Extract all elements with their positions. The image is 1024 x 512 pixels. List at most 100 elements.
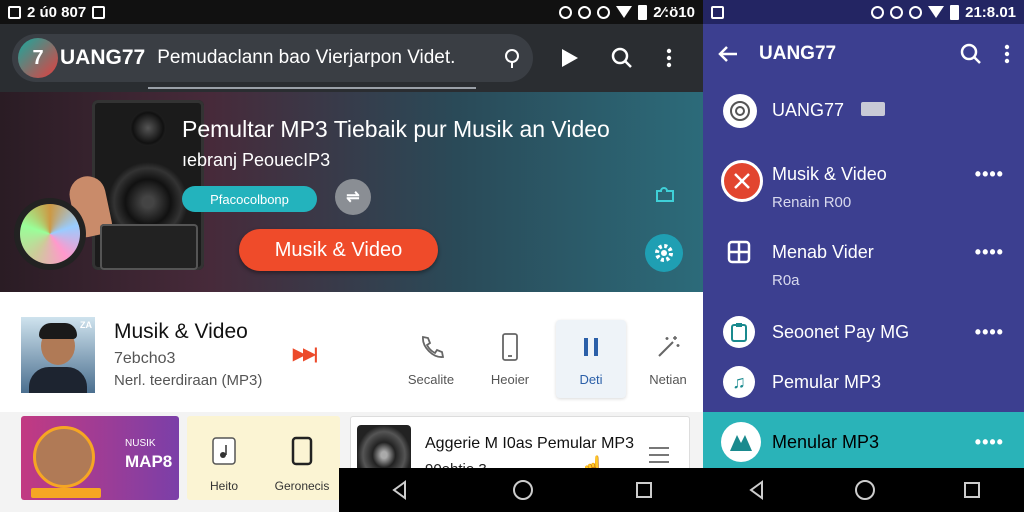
more-horiz-icon[interactable]: •••• [975, 242, 1004, 263]
drawer-item-menular-mp3[interactable]: Menular MP3 •••• [703, 412, 1024, 468]
play-icon[interactable] [547, 36, 590, 80]
shortcut-heito[interactable]: Heito [189, 436, 259, 493]
phone-icon [396, 330, 466, 364]
music-file-icon [212, 437, 236, 465]
download-icon [92, 5, 106, 19]
album-strip [31, 488, 101, 498]
home-icon[interactable] [855, 480, 876, 500]
cd-image [20, 204, 80, 264]
drawer-item-label: Menab Vider [772, 242, 874, 262]
action-label: Heoier [490, 372, 530, 387]
music-x-icon [721, 160, 763, 202]
phone-icon [291, 436, 313, 466]
album-small-label: NUSIK [125, 438, 156, 449]
radio-image [100, 224, 198, 270]
album-label: MAP8 [125, 452, 173, 471]
more-horiz-icon[interactable]: •••• [975, 322, 1004, 343]
home-icon[interactable] [512, 480, 533, 500]
drawer-title: UANG77 [759, 43, 837, 64]
back-arrow-icon[interactable] [717, 43, 739, 65]
puzzle-icon[interactable] [650, 178, 680, 208]
shortcut-label: Heito [209, 479, 238, 493]
hero-banner: Pemultar MP3 Tiebaik pur Musik an Video … [0, 92, 703, 292]
artist-avatar: ZA [21, 317, 95, 393]
gear-icon[interactable] [645, 234, 683, 272]
artist-portrait [33, 426, 95, 488]
action-netian[interactable]: Netian [633, 330, 703, 387]
top-app-bar: 7 UANG77 Pemudaclann bao Vierjarpon Vide… [0, 24, 703, 92]
more-vert-icon[interactable] [1004, 44, 1010, 64]
search-bar[interactable]: 7 UANG77 Pemudaclann bao Vierjarpon Vide… [12, 34, 533, 82]
search-underline [148, 87, 476, 89]
alarm-icon [871, 5, 885, 19]
search-icon[interactable] [960, 43, 982, 65]
shortcut-label: Geronecis [274, 479, 330, 493]
action-secalite[interactable]: Secalite [396, 330, 466, 387]
hero-title: Pemultar MP3 Tiebaik pur Musik an Video [182, 116, 610, 142]
track-meta: 7ebcho3 [114, 350, 176, 367]
wifi-icon [928, 6, 945, 18]
drawer-item-uang77[interactable]: UANG77 [703, 88, 1024, 134]
hero-chip-button[interactable]: Pfacocolbonp [182, 186, 317, 212]
search-icon[interactable] [600, 36, 643, 80]
more-horiz-icon[interactable]: •••• [975, 432, 1004, 453]
featured-track-card[interactable]: ZA Musik & Video 7ebcho3 Nerl. teerdiraa… [0, 300, 703, 400]
drawer-item-subtitle: Renain R00 [772, 194, 852, 211]
shortcut-geronecis[interactable]: Geronecis [267, 436, 337, 493]
location-icon [909, 5, 923, 19]
drawer-item-seoonet-pay[interactable]: Seoonet Pay MG •••• [703, 314, 1024, 354]
action-deti[interactable]: Deti [556, 320, 626, 398]
list-item-title: Aggerie M I0as Pemular MP3 [425, 435, 634, 452]
wifi-icon [616, 6, 633, 18]
main-screen: 2 ú0 807 2⁄:ö10 7 UANG77 Pemudaclann bao… [0, 0, 703, 512]
shuffle-icon[interactable]: ⇌ [335, 179, 371, 215]
back-icon[interactable] [390, 480, 410, 500]
badge-icon [861, 102, 885, 116]
status-bar: 21:8.01 [703, 0, 1024, 24]
action-label: Netian [649, 372, 687, 387]
music-note-icon: ♫ [723, 366, 755, 398]
status-bar: 2 ú0 807 2⁄:ö10 [0, 0, 703, 24]
sync-icon [890, 5, 904, 19]
pause-icon [556, 330, 626, 364]
location-pin-icon[interactable] [497, 43, 527, 73]
battery-icon [950, 4, 960, 20]
action-label: Secalite [407, 372, 455, 387]
drawer-item-menab-vider[interactable]: Menab Vider R0a •••• [703, 230, 1024, 300]
drawer-item-pemular-mp3[interactable]: ♫ Pemular MP3 [703, 364, 1024, 404]
recents-icon[interactable] [635, 482, 652, 498]
drawer-item-label: Musik & Video [772, 164, 887, 184]
drawer-app-bar: UANG77 [703, 24, 1024, 84]
target-icon [723, 94, 757, 128]
search-input[interactable]: Pemudaclann bao Vierjarpon Videt. [157, 47, 455, 69]
drag-handle-icon[interactable] [649, 447, 669, 468]
battery-icon [638, 4, 648, 20]
drawer-item-subtitle: R0a [772, 272, 800, 289]
brand-name: UANG77 [60, 46, 146, 69]
grid-icon [727, 240, 751, 264]
drawer-item-musik-video[interactable]: Musik & Video Renain R00 •••• [703, 150, 1024, 220]
clipboard-icon [723, 316, 755, 348]
status-left-text: 2 ú0 807 [27, 3, 87, 21]
status-time: 21:8.01 [965, 3, 1016, 21]
album-tile[interactable]: NUSIK MAP8 [21, 416, 179, 500]
recents-icon[interactable] [963, 482, 980, 498]
logo-icon [721, 422, 761, 462]
drawer-screen: 21:8.01 UANG77 UANG77 Musik & Video Rena… [703, 0, 1024, 512]
fast-forward-icon[interactable]: ▶▶| [293, 344, 318, 364]
more-vert-icon[interactable] [648, 36, 691, 80]
magic-wand-icon [633, 330, 703, 364]
notification-icon [8, 5, 21, 19]
more-horiz-icon[interactable]: •••• [975, 164, 1004, 185]
location-icon [597, 5, 611, 19]
image-icon [711, 5, 724, 19]
action-heoier[interactable]: Heoier [475, 330, 545, 387]
musik-video-button[interactable]: Musik & Video [239, 229, 438, 271]
navigation-bar [703, 468, 1024, 512]
status-time: 2⁄:ö10 [653, 3, 695, 21]
navigation-bar [339, 468, 703, 512]
back-icon[interactable] [747, 480, 767, 500]
sync-icon [578, 5, 592, 19]
app-logo-icon: 7 [18, 38, 58, 78]
shortcut-tile: Heito Geronecis [187, 416, 340, 500]
